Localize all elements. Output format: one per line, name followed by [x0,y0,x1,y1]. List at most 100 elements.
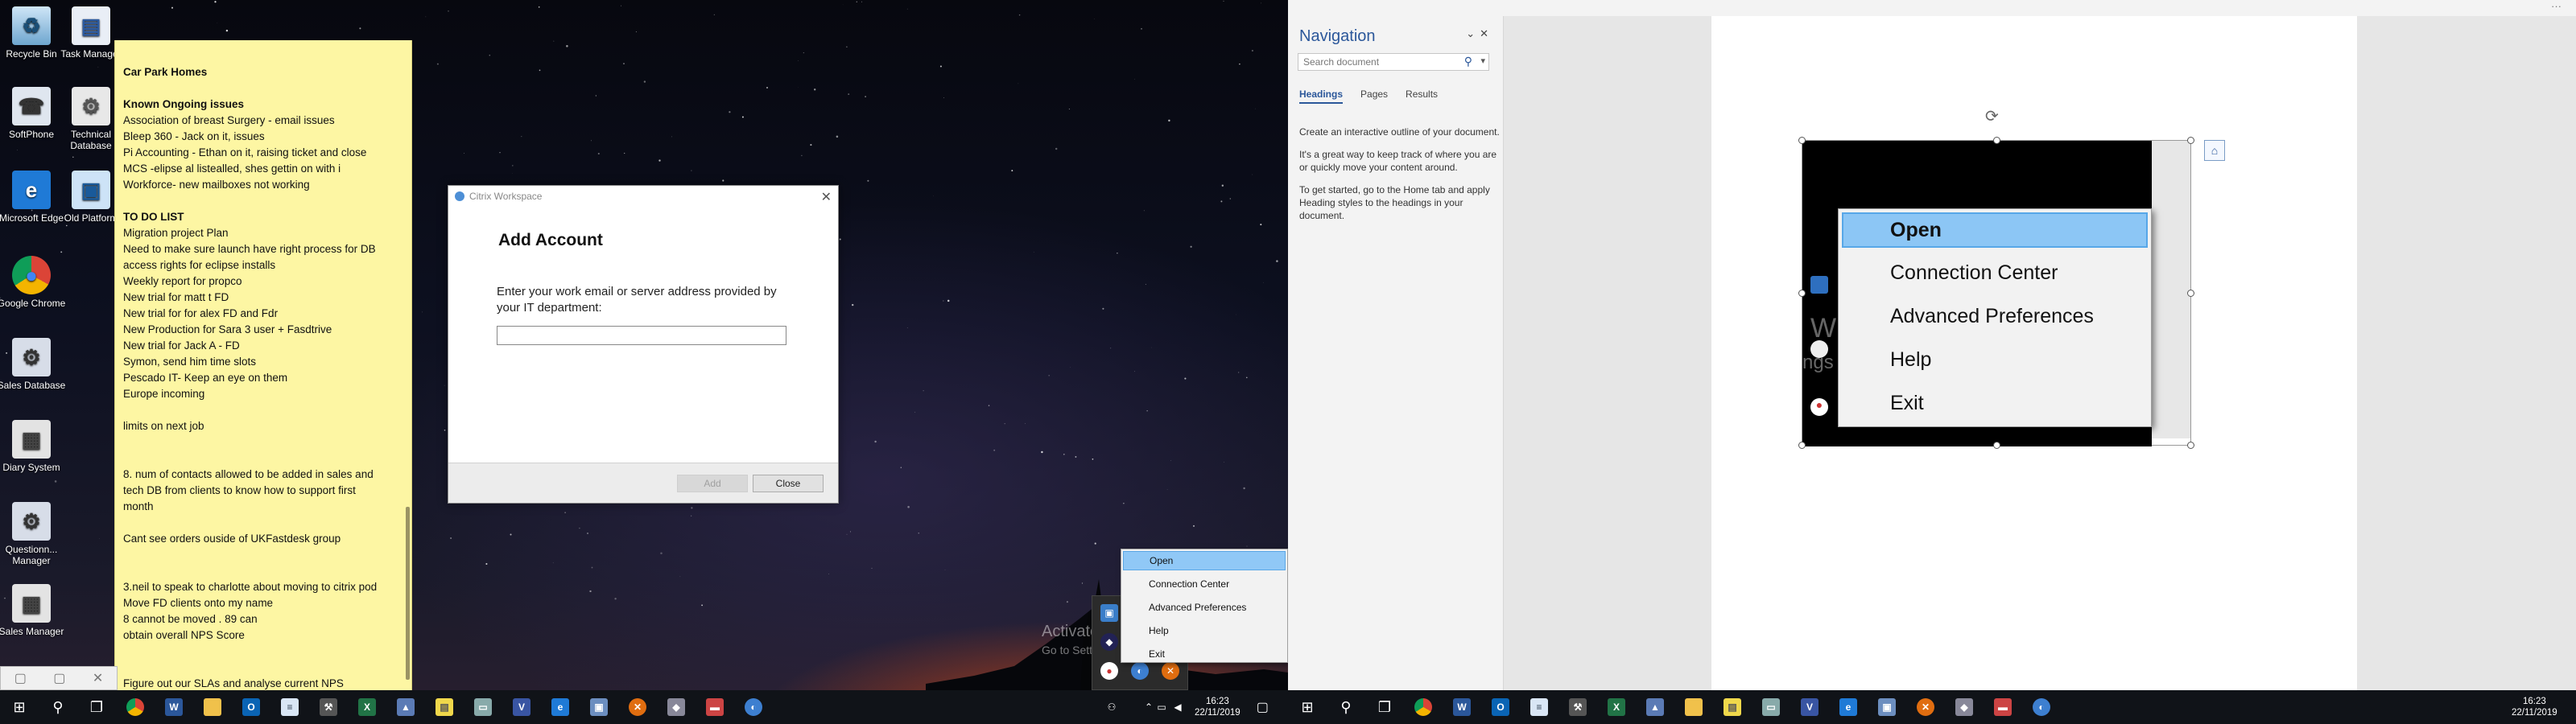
menu-item-exit[interactable]: Exit [1121,642,1287,665]
resize-handle[interactable] [1798,137,1806,144]
citrix-icon[interactable]: ◐ [2022,690,2061,724]
context-menu-screenshot: Open Connection Center Advanced Preferen… [1838,208,2152,427]
notifications-icon[interactable]: ▢ [1257,699,1269,715]
tab-results[interactable]: Results [1406,88,1438,104]
outlook-icon[interactable]: O [232,690,270,724]
network-status-icon[interactable]: ▭ [1153,701,1170,713]
start-icon[interactable]: ⊞ [0,690,39,724]
menu-item-advanced-preferences[interactable]: Advanced Preferences [1121,595,1287,619]
tab-headings[interactable]: Headings [1299,88,1344,104]
minimize-icon[interactable]: ▢ [14,670,27,686]
photo-icon[interactable]: ▲ [386,690,425,724]
excel-icon[interactable]: X [1597,690,1636,724]
rdp-icon[interactable]: ▭ [1752,690,1790,724]
tab-pages[interactable]: Pages [1360,88,1388,104]
search-icon[interactable]: ⚲ [39,690,77,724]
word-icon[interactable]: W [155,690,193,724]
star [1184,377,1187,380]
database-icon: ⚙ [12,338,51,376]
notepad-icon[interactable]: ≡ [270,690,309,724]
tool-icon[interactable]: ⚒ [309,690,348,724]
visio-icon[interactable]: V [502,690,541,724]
people-icon[interactable]: ⚇ [1103,701,1121,713]
resize-handle[interactable] [1993,442,2000,449]
add-button[interactable]: Add [677,475,748,492]
search-icon[interactable]: ⚲ [1327,690,1365,724]
rdp-icon[interactable]: ▭ [464,690,502,724]
car-icon[interactable]: ▬ [1984,690,2022,724]
edge-icon[interactable]: e [541,690,580,724]
resize-handle[interactable] [2187,442,2194,449]
search-icon[interactable]: ⚲ [1464,55,1472,68]
chevron-up-icon[interactable]: ⌃ [1121,701,1153,713]
shield-icon[interactable]: ◆ [1100,633,1118,651]
menu-item-open[interactable]: Open [1123,551,1286,570]
chrome-icon[interactable] [1404,690,1443,724]
resize-handle[interactable] [2187,290,2194,297]
chevron-down-icon[interactable]: ▾ [1480,56,1485,66]
star [214,1,217,3]
stop-icon[interactable]: ✕ [618,690,657,724]
chrome-icon[interactable] [116,690,155,724]
layout-options-icon[interactable]: ⌂ [2204,140,2225,161]
star [939,65,942,68]
close-icon[interactable]: ✕ [821,189,832,205]
network-icon[interactable]: ▣ [580,690,618,724]
citrix-icon[interactable]: ◐ [734,690,773,724]
speaker-icon[interactable]: ◀ [1170,701,1185,713]
desktop-icon-sales-manager[interactable]: ▦ Sales Manager [0,584,69,637]
network-icon[interactable]: ▣ [1100,604,1118,622]
star [597,152,600,155]
explorer-icon[interactable] [193,690,232,724]
star [623,63,625,64]
desktop-icon-sales-database[interactable]: ⚙ Sales Database [0,338,69,391]
sticky-note[interactable]: Car Park Homes Known Ongoing issues Associ… [114,40,412,690]
edge-icon[interactable]: e [1829,690,1868,724]
resize-handle[interactable] [2187,137,2194,144]
chevron-down-icon[interactable]: ⌄ [1466,27,1480,39]
close-icon[interactable]: ✕ [93,670,103,686]
account-address-input[interactable] [497,326,786,345]
visio-icon[interactable]: V [1790,690,1829,724]
desktop-icon-questionnaire-manager[interactable]: ⚙ Questionn... Manager [0,502,69,566]
network-icon[interactable]: ▣ [1868,690,1906,724]
more-options-icon[interactable]: ··· [2551,0,2562,12]
close-button[interactable]: Close [753,475,824,492]
word-icon[interactable]: W [1443,690,1481,724]
pasted-screenshot-image[interactable]: ● Windows ngs to activate Windows. Open … [1798,137,2194,449]
explorer-icon[interactable] [1674,690,1713,724]
phone-icon[interactable]: ● [1100,662,1118,680]
photo-icon[interactable]: ▲ [1636,690,1674,724]
notes-icon[interactable]: ▤ [425,690,464,724]
tool-icon[interactable]: ⚒ [1558,690,1597,724]
stop-icon[interactable]: ✕ [1906,690,1945,724]
search-document-input[interactable]: Search document ⚲ ▾ [1298,53,1489,71]
start-icon[interactable]: ⊞ [1288,690,1327,724]
sales-manager-icon: ▦ [12,584,51,623]
clock[interactable]: 16:23 22/11/2019 [1195,696,1241,718]
resize-handle[interactable] [1798,290,1806,297]
resize-handle[interactable] [1798,442,1806,449]
star [943,97,944,99]
sticky-note-text[interactable]: Car Park Homes Known Ongoing issues Associ… [123,64,400,690]
shield-icon[interactable]: ◆ [1945,690,1984,724]
menu-item-connection-center[interactable]: Connection Center [1121,572,1287,595]
menu-item-help[interactable]: Help [1121,619,1287,642]
desktop-icon-diary-system[interactable]: ▦ Diary System [0,420,69,473]
rotate-handle-icon[interactable]: ⟳ [1985,106,1999,126]
task-view-icon[interactable]: ❐ [1365,690,1404,724]
sticky-note-scrollbar[interactable] [406,507,410,680]
excel-icon[interactable]: X [348,690,386,724]
resize-handle[interactable] [1993,137,2000,144]
notes-icon[interactable]: ▤ [1713,690,1752,724]
car-icon[interactable]: ▬ [696,690,734,724]
task-view-icon[interactable]: ❐ [77,690,116,724]
restore-icon[interactable]: ▢ [53,670,65,686]
desktop-icon-chrome[interactable]: ● Google Chrome [0,256,69,309]
notepad-icon[interactable]: ≡ [1520,690,1558,724]
shield-icon[interactable]: ◆ [657,690,696,724]
clock[interactable]: 16:23 22/11/2019 [2512,696,2557,718]
outlook-icon[interactable]: O [1481,690,1520,724]
close-icon[interactable]: ✕ [1480,27,1493,39]
document-page[interactable]: ⟳ ● Windows ngs to activate Windows. Ope… [1711,16,2357,690]
